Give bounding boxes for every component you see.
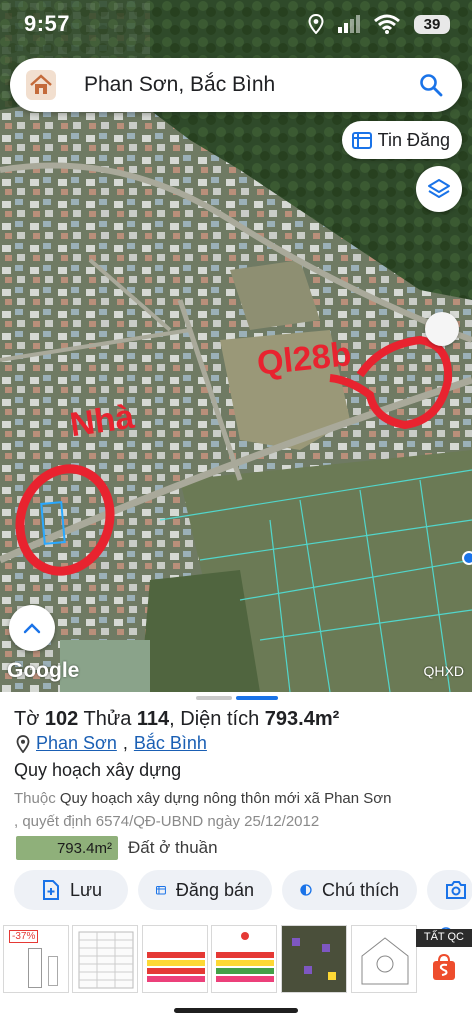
- camera-button[interactable]: [427, 870, 472, 910]
- ad-strip[interactable]: TẤT QC -37%: [0, 917, 472, 999]
- post-sale-label: Đăng bán: [175, 879, 254, 900]
- ad-thumbnail-6[interactable]: [351, 925, 417, 993]
- save-file-icon: [43, 880, 59, 900]
- legend-label: Chú thích: [321, 879, 399, 900]
- gesture-nav-bar[interactable]: [174, 1008, 298, 1013]
- plan-decision: , quyết định 6574/QĐ-UBND ngày 25/12/201…: [14, 813, 320, 830]
- status-time: 9:57: [24, 11, 71, 36]
- ad-thumbnail-2[interactable]: [72, 925, 138, 993]
- planning-overlay-label: QHXD: [423, 663, 464, 679]
- legend-button[interactable]: Chú thích: [282, 870, 417, 910]
- listing-icon: [156, 886, 166, 895]
- map-marker-dot[interactable]: [425, 312, 459, 346]
- plan-prefix: Thuộc: [14, 790, 56, 807]
- expand-up-button[interactable]: [9, 605, 55, 651]
- ad-color-table-image-2: [216, 932, 274, 982]
- land-area-chip: 793.4m²: [16, 836, 118, 860]
- sheet-page-indicator-1: [196, 696, 232, 700]
- save-label: Lưu: [70, 879, 103, 900]
- ad-tag[interactable]: TẤT QC: [415, 929, 472, 947]
- land-use-row: 793.4m² Đất ở thuần: [16, 836, 218, 860]
- location-icon: [308, 14, 324, 34]
- action-buttons: Lưu Đăng bán Chú thích: [14, 870, 472, 910]
- google-watermark: Google: [7, 659, 80, 682]
- shopee-bag-icon: [433, 953, 455, 980]
- current-location-dot: [462, 551, 472, 565]
- app-logo-icon[interactable]: [26, 70, 56, 100]
- ad-discount-badge: -37%: [9, 930, 39, 943]
- layers-button[interactable]: [416, 166, 462, 212]
- ad-map-image: [282, 926, 346, 992]
- wifi-icon: [374, 14, 400, 34]
- ad-thumbnail-4[interactable]: [211, 925, 277, 993]
- ad-thumbnail-5[interactable]: [281, 925, 347, 993]
- ad-table-image: [78, 931, 134, 989]
- ad-drawing-image: [361, 937, 409, 985]
- layers-icon: [428, 179, 450, 198]
- parcel-info-sheet[interactable]: Tờ 102 Thửa 114, Diện tích 793.4m² Phan …: [0, 692, 472, 1024]
- parcel-location: Phan Sơn, Bắc Bình: [16, 733, 207, 754]
- ad-thumbnail-1[interactable]: -37%: [3, 925, 69, 993]
- sheet-page-indicator-2: [236, 696, 278, 700]
- plan-description: Thuộc Quy hoạch xây dựng nông thôn mới x…: [14, 787, 464, 833]
- listings-button[interactable]: Tin Đăng: [341, 121, 462, 159]
- area-value: 793.4m²: [264, 708, 340, 730]
- chevron-up-icon: [23, 623, 41, 634]
- location-pin-icon: [16, 734, 30, 753]
- district-link[interactable]: Bắc Bình: [134, 733, 207, 754]
- sheet-number: 102: [44, 708, 79, 730]
- house-logo-icon: [30, 74, 52, 94]
- ad-thumbnail-3[interactable]: [142, 925, 208, 993]
- search-icon[interactable]: [418, 72, 444, 98]
- land-type-label: Đất ở thuần: [128, 838, 218, 857]
- post-sale-button[interactable]: Đăng bán: [138, 870, 272, 910]
- sheet-handle[interactable]: [196, 696, 278, 700]
- status-bar: 9:57 39: [0, 0, 472, 48]
- parcel-label: Thửa: [83, 708, 132, 730]
- listings-icon: [351, 132, 372, 149]
- battery-indicator: 39: [414, 14, 450, 34]
- commune-link[interactable]: Phan Sơn: [36, 733, 117, 754]
- sheet-label: Tờ: [14, 708, 40, 730]
- ad-color-table-image: [147, 952, 205, 982]
- listings-label: Tin Đăng: [377, 129, 450, 150]
- parcel-summary: Tờ 102 Thửa 114, Diện tích 793.4m²: [14, 708, 340, 730]
- camera-icon: [446, 881, 466, 899]
- status-icons: 39: [308, 14, 450, 34]
- signal-icon: [338, 15, 360, 33]
- contrast-icon: [300, 884, 312, 896]
- save-button[interactable]: Lưu: [14, 870, 128, 910]
- search-input[interactable]: Phan Sơn, Bắc Bình: [84, 73, 418, 97]
- plan-name: Quy hoạch xây dựng nông thôn mới xã Phan…: [59, 790, 392, 807]
- search-bar[interactable]: Phan Sơn, Bắc Bình: [10, 58, 462, 112]
- area-label: Diện tích: [180, 708, 260, 730]
- plan-title: Quy hoạch xây dựng: [14, 760, 182, 780]
- parcel-number: 114: [136, 708, 170, 730]
